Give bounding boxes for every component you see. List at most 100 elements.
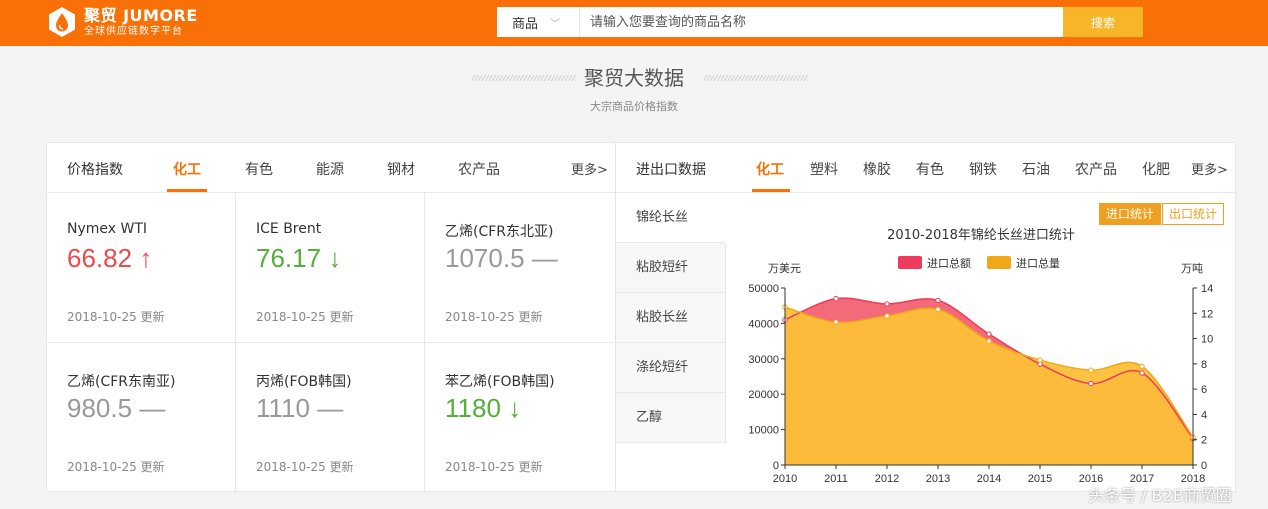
point-import-amount	[935, 297, 941, 304]
price-card-value: 980.5 —	[67, 393, 166, 423]
search-bar: 商品 ﹀ 搜索	[497, 7, 1143, 37]
y-tick-label-right: 2	[1201, 435, 1207, 447]
y-tick-label-right: 8	[1201, 359, 1207, 371]
legend-label-volume: 进口总量	[1016, 256, 1060, 270]
price-card-date: 2018-10-25 更新	[445, 460, 543, 474]
dash-flat-icon: —	[317, 393, 344, 423]
y-tick-label-right: 14	[1201, 283, 1213, 295]
price-card-date: 2018-10-25 更新	[67, 460, 165, 474]
price-tab-nonferrous[interactable]: 有色	[245, 159, 273, 179]
legend-label-amount: 进口总额	[927, 256, 971, 270]
trade-tab-steel[interactable]: 钢铁	[969, 159, 997, 179]
trade-tab-oil[interactable]: 石油	[1022, 159, 1050, 179]
sidenav-item[interactable]: 粘胶长丝	[616, 293, 726, 343]
price-card-name: 丙烯(FOB韩国)	[256, 374, 352, 390]
y-tick-label-left: 0	[773, 460, 779, 472]
arrow-down-icon: ↓	[328, 243, 342, 273]
point-import-amount	[1139, 370, 1145, 376]
logo[interactable]: 聚贸 JUMORE 全球供应链数字平台	[46, 6, 198, 38]
point-import-volume	[833, 319, 839, 325]
price-card-name: 乙烯(CFR东北亚)	[445, 224, 554, 240]
price-card-value: 1110 —	[256, 393, 344, 423]
price-card-date: 2018-10-25 更新	[256, 460, 354, 474]
watermark: 头条号 / B2B商贸圈	[1088, 486, 1232, 505]
sidenav-item[interactable]: 乙醇	[616, 393, 726, 443]
trade-tab-rubber[interactable]: 橡胶	[863, 159, 891, 179]
sidenav-item[interactable]: 粘胶短纤	[616, 243, 726, 293]
trade-panel-title: 进出口数据	[636, 162, 706, 178]
logo-name: 聚贸 JUMORE	[84, 5, 198, 25]
point-import-amount	[986, 331, 992, 337]
price-tab-energy[interactable]: 能源	[316, 159, 344, 179]
trade-tab-fertilizer[interactable]: 化肥	[1142, 159, 1170, 179]
logo-drop-icon	[46, 6, 78, 38]
price-card[interactable]: ICE Brent 76.17 ↓ 2018-10-25 更新	[236, 193, 425, 343]
trade-tab-plastic[interactable]: 塑料	[810, 159, 838, 179]
price-card[interactable]: Nymex WTI 66.82 ↑ 2018-10-25 更新	[47, 193, 236, 343]
sidenav-item[interactable]: 涤纶短纤	[616, 343, 726, 393]
price-more-link[interactable]: 更多>	[571, 159, 608, 178]
point-import-amount	[1088, 380, 1094, 387]
dash-flat-icon: —	[139, 393, 166, 423]
y-axis-right-label: 万吨	[1181, 262, 1203, 275]
y-tick-label-left: 50000	[748, 283, 779, 295]
x-tick-label: 2014	[977, 473, 1001, 485]
price-tab-chemical[interactable]: 化工	[173, 159, 201, 179]
chevron-down-icon: ﹀	[550, 18, 561, 30]
price-tabbar: 价格指数 化工 有色 能源 钢材 农产品 更多>	[47, 143, 615, 193]
price-card-name: 乙烯(CFR东南亚)	[67, 374, 176, 390]
y-tick-label-right: 0	[1201, 460, 1207, 472]
point-import-volume	[1088, 367, 1094, 373]
price-card-date: 2018-10-25 更新	[445, 310, 543, 324]
y-tick-label-left: 30000	[748, 354, 779, 366]
point-import-amount	[833, 295, 839, 302]
y-tick-label-left: 20000	[748, 389, 779, 401]
price-card-name: 苯乙烯(FOB韩国)	[445, 374, 555, 390]
active-tab-underline	[167, 189, 207, 192]
price-panel-title: 价格指数	[67, 162, 123, 178]
search-category-select[interactable]: 商品 ﹀	[497, 7, 580, 37]
price-card[interactable]: 丙烯(FOB韩国) 1110 — 2018-10-25 更新	[236, 343, 425, 493]
active-tab-underline	[752, 189, 790, 192]
price-card-name: ICE Brent	[256, 221, 322, 237]
trade-tab-chemical[interactable]: 化工	[756, 159, 784, 179]
price-card[interactable]: 苯乙烯(FOB韩国) 1180 ↓ 2018-10-25 更新	[425, 343, 614, 493]
point-import-volume	[986, 338, 992, 344]
x-tick-label: 2012	[875, 473, 899, 485]
price-index-panel: 价格指数 化工 有色 能源 钢材 农产品 更多> Nymex WTI 66.82…	[46, 142, 616, 493]
area-import-volume	[785, 306, 1193, 465]
price-card[interactable]: 乙烯(CFR东南亚) 980.5 — 2018-10-25 更新	[47, 343, 236, 493]
trade-tab-nonferrous[interactable]: 有色	[916, 159, 944, 179]
price-card-value: 66.82 ↑	[67, 243, 153, 273]
dash-flat-icon: —	[531, 243, 558, 273]
y-tick-label-right: 4	[1201, 409, 1207, 421]
price-card[interactable]: 乙烯(CFR东北亚) 1070.5 — 2018-10-25 更新	[425, 193, 614, 343]
x-tick-label: 2011	[824, 473, 848, 485]
trade-tab-agri[interactable]: 农产品	[1075, 159, 1117, 179]
trade-more-link[interactable]: 更多>	[1191, 159, 1228, 178]
y-tick-label-right: 12	[1201, 308, 1213, 320]
price-card-date: 2018-10-25 更新	[67, 310, 165, 324]
top-header: 聚贸 JUMORE 全球供应链数字平台 商品 ﹀ 搜索	[0, 0, 1268, 46]
arrow-up-icon: ↑	[139, 243, 153, 273]
point-import-volume	[1037, 357, 1043, 363]
arrow-down-icon: ↓	[508, 393, 522, 423]
point-import-volume	[935, 306, 941, 313]
price-tab-steel[interactable]: 钢材	[387, 159, 415, 179]
section-subtitle: 大宗商品价格指数	[590, 100, 678, 113]
price-card-value: 1180 ↓	[445, 393, 522, 423]
product-sidenav: 锦纶长丝 粘胶短纤 粘胶长丝 涤纶短纤 乙醇	[616, 193, 726, 443]
price-tab-agri[interactable]: 农产品	[458, 159, 500, 179]
search-button[interactable]: 搜索	[1063, 7, 1143, 37]
point-import-volume	[1139, 363, 1145, 370]
trade-data-panel: 进出口数据 化工 塑料 橡胶 有色 钢铁 石油 农产品 化肥 更多> 锦纶长丝 …	[615, 142, 1236, 492]
import-chart: 2010-2018年锦纶长丝进口统计 进口总额 进口总量 万美元 万吨 0100…	[748, 228, 1213, 485]
y-tick-label-right: 6	[1201, 384, 1207, 396]
logo-slogan: 全球供应链数字平台	[84, 25, 183, 37]
chart-title: 2010-2018年锦纶长丝进口统计	[887, 228, 1075, 243]
price-card-date: 2018-10-25 更新	[256, 310, 354, 324]
point-import-volume	[884, 313, 890, 319]
x-tick-label: 2015	[1028, 473, 1052, 485]
sidenav-item[interactable]: 锦纶长丝	[616, 193, 726, 243]
search-input[interactable]	[580, 7, 1063, 37]
